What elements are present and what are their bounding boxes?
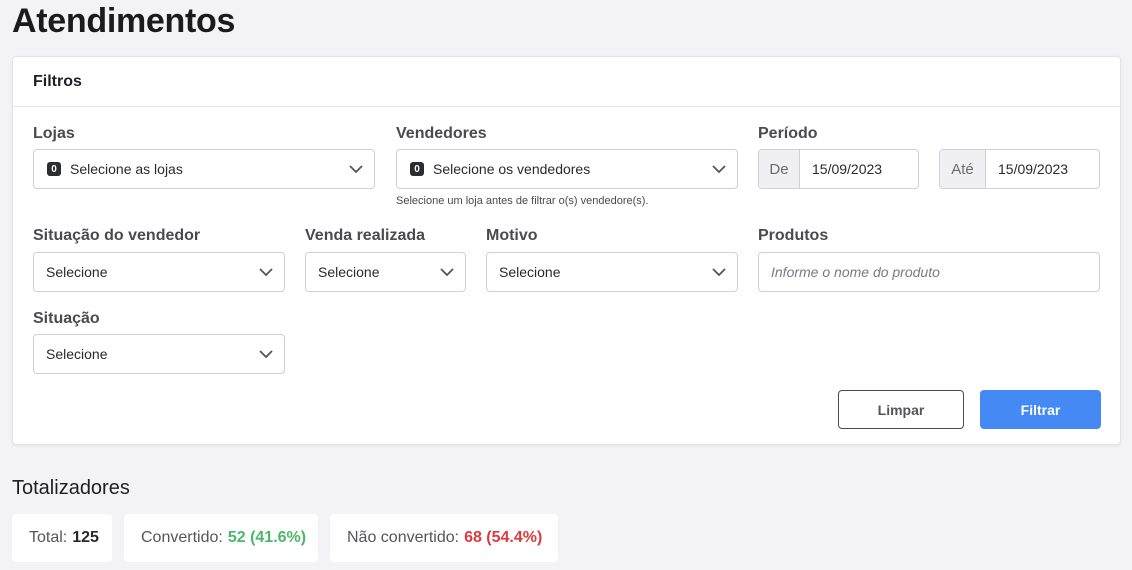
totals-title: Totalizadores (12, 477, 130, 499)
stat-nao-convertido-label: Não convertido: (347, 529, 460, 546)
filter-button[interactable]: Filtrar (980, 390, 1101, 429)
chevron-down-icon (248, 267, 284, 277)
situacao-vendedor-select[interactable]: Selecione (33, 252, 285, 292)
stat-total-label: Total: (29, 529, 68, 546)
stat-total: Total: 125 (12, 514, 112, 562)
periodo-ate-value[interactable]: 15/09/2023 (986, 150, 1068, 188)
periodo-de-prefix: De (759, 150, 800, 188)
situacao-label: Situação (33, 310, 100, 327)
situacao-select[interactable]: Selecione (33, 334, 285, 374)
produtos-input[interactable] (758, 252, 1100, 292)
motivo-value: Selecione (499, 264, 561, 280)
venda-realizada-value: Selecione (318, 264, 380, 280)
vendedores-hint: Selecione um loja antes de filtrar o(s) … (396, 195, 649, 207)
page-title: Atendimentos (12, 2, 236, 40)
venda-realizada-select[interactable]: Selecione (305, 252, 466, 292)
chevron-down-icon (701, 164, 737, 174)
situacao-vendedor-label: Situação do vendedor (33, 227, 201, 244)
chevron-down-icon (701, 267, 737, 277)
stat-nao-convertido: Não convertido: 68 (54.4%) (330, 514, 558, 562)
lojas-select-value: Selecione as lojas (70, 161, 183, 177)
stat-convertido-value: 52 (41.6%) (227, 529, 307, 546)
produtos-label: Produtos (758, 227, 829, 244)
lojas-count-badge: 0 (47, 162, 61, 176)
chevron-down-icon (248, 349, 284, 359)
periodo-label: Período (758, 125, 818, 142)
periodo-de-field[interactable]: De 15/09/2023 (758, 149, 919, 189)
filters-card: Filtros Lojas 0 Selecione as lojas Vende… (12, 56, 1121, 445)
lojas-select[interactable]: 0 Selecione as lojas (33, 149, 375, 189)
stat-nao-convertido-value: 68 (54.4%) (464, 529, 543, 546)
periodo-ate-prefix: Até (940, 150, 986, 188)
periodo-ate-field[interactable]: Até 15/09/2023 (939, 149, 1100, 189)
motivo-select[interactable]: Selecione (486, 252, 738, 292)
filters-header: Filtros (13, 57, 1120, 107)
motivo-label: Motivo (486, 227, 538, 244)
clear-button[interactable]: Limpar (838, 390, 964, 429)
vendedores-select-value: Selecione os vendedores (433, 161, 591, 177)
venda-realizada-label: Venda realizada (305, 227, 426, 244)
lojas-label: Lojas (33, 125, 75, 142)
situacao-vendedor-value: Selecione (46, 264, 108, 280)
vendedores-label: Vendedores (396, 125, 487, 142)
vendedores-select[interactable]: 0 Selecione os vendedores (396, 149, 738, 189)
situacao-value: Selecione (46, 346, 108, 362)
chevron-down-icon (429, 267, 465, 277)
periodo-de-value[interactable]: 15/09/2023 (800, 150, 882, 188)
stat-convertido: Convertido: 52 (41.6%) (124, 514, 318, 562)
chevron-down-icon (338, 164, 374, 174)
stat-total-value: 125 (72, 529, 99, 546)
vendedores-count-badge: 0 (410, 162, 424, 176)
stat-convertido-label: Convertido: (141, 529, 223, 546)
